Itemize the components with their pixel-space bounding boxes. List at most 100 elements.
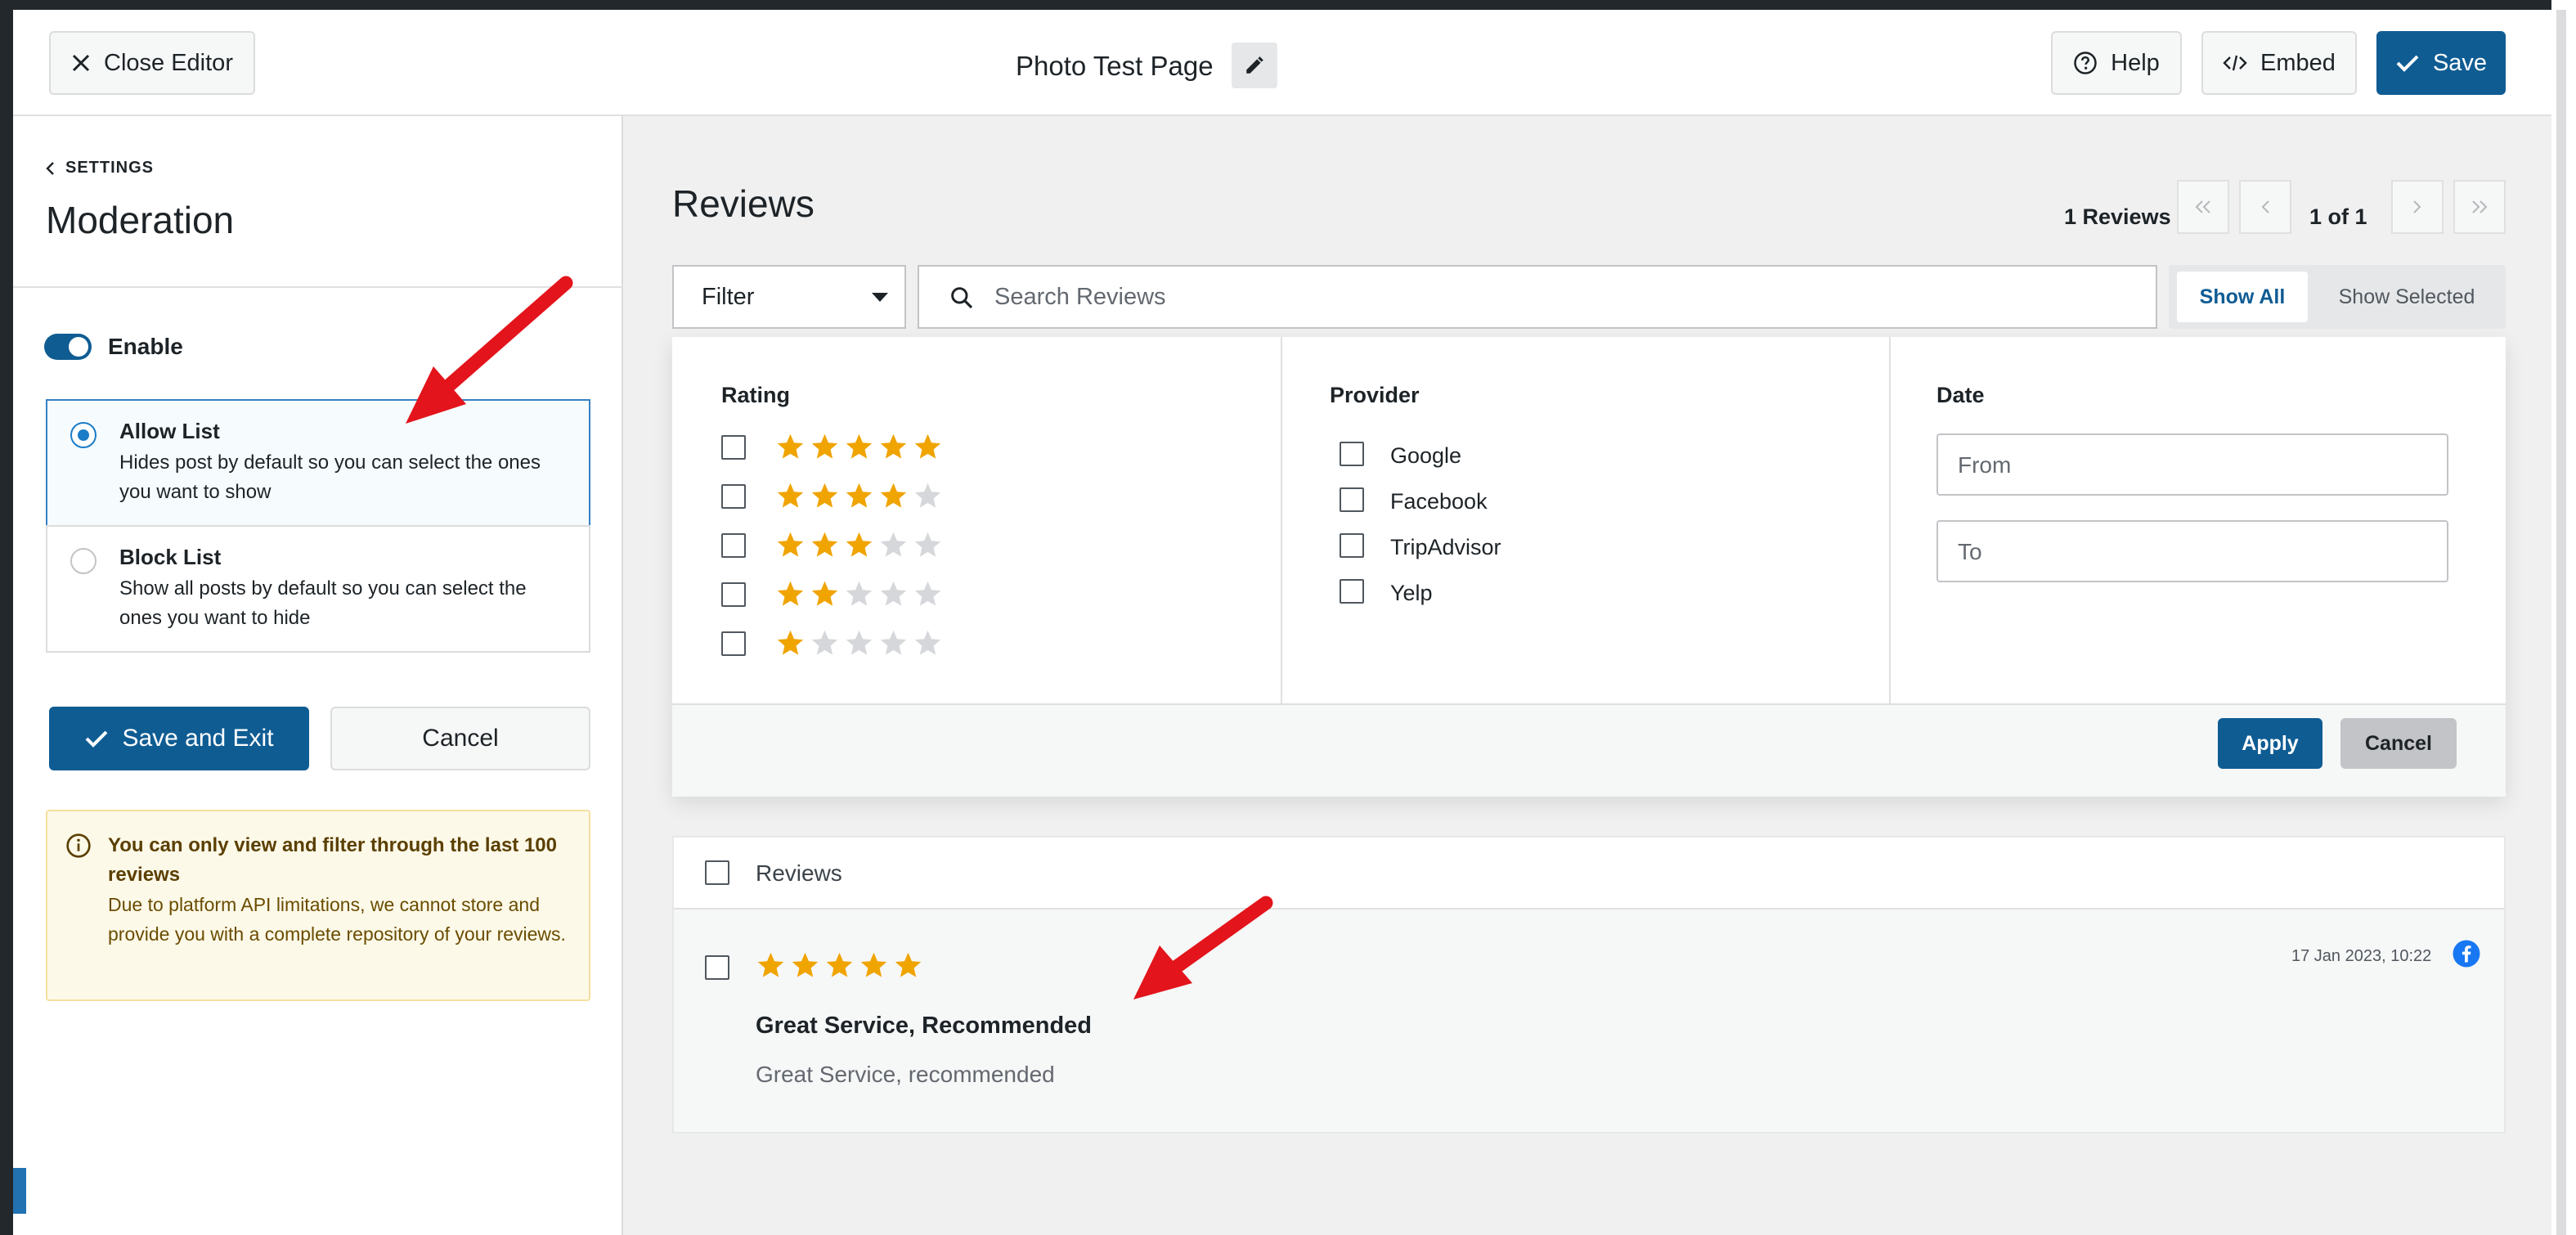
date-to-input[interactable]: [1958, 532, 2424, 573]
star-empty-icon: [880, 630, 907, 655]
sidebar-cancel-label: Cancel: [422, 725, 499, 752]
provider-checkbox-yelp[interactable]: [1340, 579, 1364, 604]
caret-down-icon: [872, 293, 888, 302]
review-list-header-label: Reviews: [756, 860, 842, 886]
allow-list-radio[interactable]: [70, 422, 96, 448]
notice-body: Due to platform API limitations, we cann…: [108, 894, 566, 945]
rename-page-button[interactable]: [1232, 43, 1277, 88]
provider-label-yelp: Yelp: [1390, 581, 1433, 605]
provider-label-google: Google: [1390, 443, 1462, 468]
save-and-exit-label: Save and Exit: [122, 725, 274, 752]
review-list: Reviews 17 Jan 2023, 10:22 Great Service…: [672, 836, 2506, 1134]
star-filled-icon: [777, 581, 804, 606]
date-to-field: [1936, 520, 2448, 582]
star-filled-icon: [777, 532, 804, 557]
review-select-checkbox[interactable]: [705, 955, 729, 980]
rating-heading: Rating: [721, 383, 790, 407]
review-text: Great Service, recommended: [756, 1062, 1055, 1087]
star-filled-icon: [811, 433, 838, 459]
embed-button[interactable]: Embed: [2201, 31, 2357, 95]
close-editor-button[interactable]: Close Editor: [49, 31, 255, 95]
block-list-radio[interactable]: [70, 548, 96, 574]
search-icon: [951, 287, 973, 309]
star-filled-icon: [777, 630, 804, 655]
next-page-button[interactable]: [2391, 180, 2444, 234]
info-icon: [66, 833, 91, 858]
save-and-exit-button[interactable]: Save and Exit: [49, 707, 309, 770]
review-list-header: Reviews: [674, 838, 2504, 909]
help-button[interactable]: Help: [2051, 31, 2182, 95]
date-heading: Date: [1936, 383, 1985, 407]
rating-checkbox-2-star[interactable]: [721, 582, 746, 607]
block-list-title: Block List: [119, 545, 222, 569]
allow-list-title: Allow List: [119, 419, 220, 443]
back-to-settings-link[interactable]: SETTINGS: [44, 159, 154, 177]
show-selected-button[interactable]: Show Selected: [2314, 272, 2499, 322]
star-filled-icon: [811, 532, 838, 557]
chevron-left-icon: [2261, 200, 2269, 213]
star-filled-icon: [880, 483, 907, 508]
search-reviews-input[interactable]: [994, 276, 2139, 317]
review-date: 17 Jan 2023, 10:22: [2291, 947, 2432, 965]
code-icon: [2223, 55, 2247, 71]
settings-sidebar: SETTINGS Moderation Enable Allow List Hi…: [13, 116, 623, 1235]
star-filled-icon: [895, 952, 922, 977]
star-filled-icon: [846, 532, 873, 557]
provider-checkbox-google[interactable]: [1340, 442, 1364, 466]
block-list-description: Show all posts by default so you can sel…: [119, 577, 527, 629]
star-empty-icon: [914, 532, 941, 557]
rating-checkbox-4-star[interactable]: [721, 484, 746, 509]
save-label: Save: [2432, 49, 2488, 76]
save-button[interactable]: Save: [2376, 31, 2506, 95]
chevron-left-icon: [46, 161, 54, 175]
page-indicator: 1 of 1: [2309, 204, 2367, 229]
provider-checkbox-tripadvisor[interactable]: [1340, 533, 1364, 558]
editor-header: Close Editor Photo Test Page Help Embed …: [13, 10, 2551, 116]
select-all-checkbox[interactable]: [705, 860, 729, 885]
star-empty-icon: [914, 483, 941, 508]
apply-filter-button[interactable]: Apply: [2218, 718, 2322, 769]
rating-stars-1: [775, 628, 943, 658]
show-all-button[interactable]: Show All: [2177, 272, 2308, 322]
scrollbar-track[interactable]: [2556, 10, 2566, 1235]
sidebar-cancel-button[interactable]: Cancel: [330, 707, 590, 770]
rating-checkbox-1-star[interactable]: [721, 631, 746, 656]
last-page-button[interactable]: [2453, 180, 2506, 234]
previous-page-button[interactable]: [2239, 180, 2291, 234]
star-empty-icon: [880, 581, 907, 606]
question-circle-icon: [2074, 52, 2097, 74]
double-chevron-left-icon: [2195, 200, 2210, 213]
api-limit-notice: You can only view and filter through the…: [46, 810, 590, 1001]
search-reviews-field: [918, 265, 2157, 329]
help-label: Help: [2111, 49, 2160, 76]
star-empty-icon: [914, 630, 941, 655]
cancel-filter-button[interactable]: Cancel: [2340, 718, 2457, 769]
rating-checkbox-3-star[interactable]: [721, 533, 746, 558]
embed-label: Embed: [2260, 49, 2336, 76]
checkmark-icon: [86, 730, 108, 748]
first-page-button[interactable]: [2177, 180, 2229, 234]
review-star-rating: [756, 950, 923, 981]
view-mode-toggle: Show All Show Selected: [2169, 265, 2506, 329]
star-filled-icon: [846, 433, 873, 459]
enable-toggle[interactable]: [44, 334, 92, 360]
allow-list-option[interactable]: Allow List Hides post by default so you …: [46, 399, 590, 527]
sidebar-collapse-handle[interactable]: [13, 1168, 26, 1214]
star-filled-icon: [777, 483, 804, 508]
review-title: Great Service, Recommended: [756, 1013, 1093, 1039]
chevron-right-icon: [2413, 200, 2421, 213]
provider-label-facebook: Facebook: [1390, 489, 1488, 514]
close-editor-label: Close Editor: [104, 49, 233, 76]
provider-checkbox-facebook[interactable]: [1340, 487, 1364, 512]
filter-panel: Rating Provider Google Facebook TripAdvi…: [672, 337, 2506, 797]
star-filled-icon: [811, 483, 838, 508]
rating-stars-4: [775, 481, 943, 511]
filter-dropdown[interactable]: Filter: [672, 265, 906, 329]
block-list-option[interactable]: Block List Show all posts by default so …: [46, 525, 590, 653]
double-chevron-right-icon: [2472, 200, 2488, 213]
date-from-input[interactable]: [1958, 445, 2424, 486]
rating-stars-5: [775, 432, 943, 462]
allow-list-description: Hides post by default so you can select …: [119, 451, 541, 503]
sidebar-title: Moderation: [46, 199, 235, 241]
rating-checkbox-5-star[interactable]: [721, 435, 746, 460]
